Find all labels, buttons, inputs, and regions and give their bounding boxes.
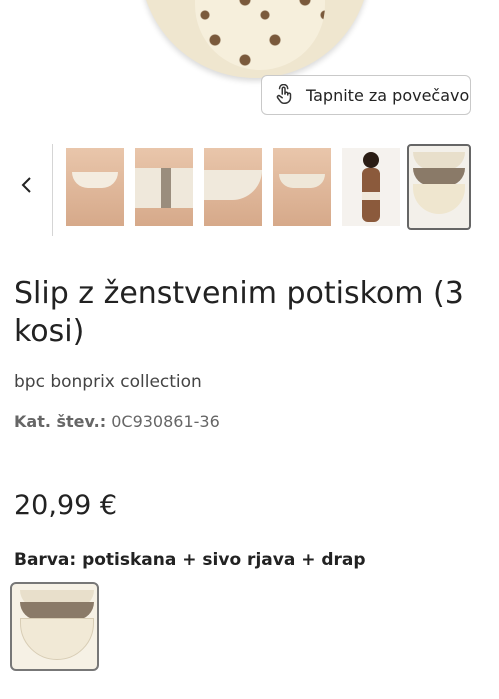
product-price: 20,99 € bbox=[14, 490, 118, 521]
product-sku: Kat. štev.: 0C930861-36 bbox=[14, 412, 220, 431]
zoom-label: Tapnite za povečavo bbox=[306, 85, 470, 105]
color-label: Barva: potiskana + sivo rjava + drap bbox=[14, 550, 366, 570]
thumbnail-divider bbox=[52, 144, 53, 236]
product-title: Slip z ženstvenim potiskom (3 kosi) bbox=[14, 276, 464, 349]
gallery-prev-button[interactable] bbox=[12, 170, 42, 200]
hero-brief-image bbox=[140, 0, 370, 78]
tap-hand-icon bbox=[276, 84, 292, 104]
thumbnail-2[interactable] bbox=[135, 148, 193, 226]
sku-label: Kat. štev.: bbox=[14, 412, 107, 431]
chevron-left-icon bbox=[21, 177, 31, 193]
sku-value: 0C930861-36 bbox=[111, 412, 220, 431]
product-hero-image[interactable]: Tapnite za povečavo bbox=[0, 0, 499, 135]
zoom-button[interactable]: Tapnite za povečavo bbox=[261, 75, 471, 115]
thumbnail-1[interactable] bbox=[66, 148, 124, 226]
thumbnail-3[interactable] bbox=[204, 148, 262, 226]
swatch-brief-print bbox=[20, 618, 94, 660]
thumbnail-strip bbox=[0, 140, 499, 236]
product-brand[interactable]: bpc bonprix collection bbox=[14, 372, 202, 392]
color-swatch-selected[interactable] bbox=[10, 582, 99, 671]
thumbnail-4[interactable] bbox=[273, 148, 331, 226]
thumbnail-6-selected[interactable] bbox=[407, 144, 471, 230]
thumbnail-5[interactable] bbox=[342, 148, 400, 226]
bow-print-pattern bbox=[195, 0, 325, 70]
